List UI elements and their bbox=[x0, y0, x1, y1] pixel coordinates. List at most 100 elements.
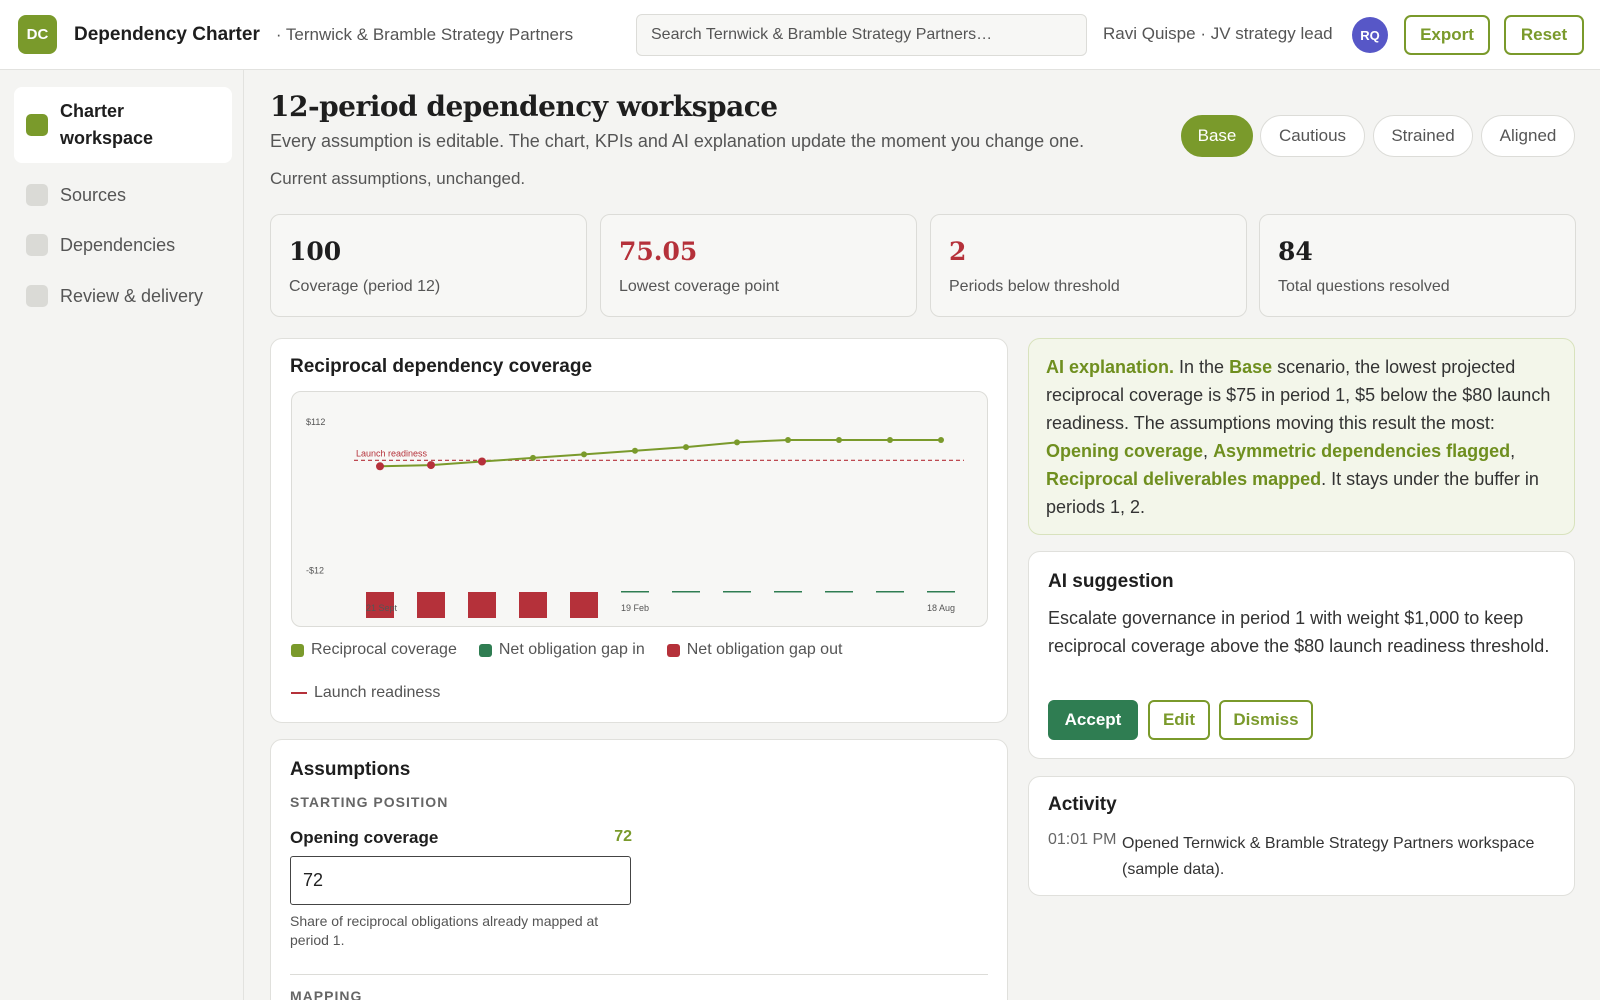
bar-gap-in bbox=[825, 591, 853, 593]
sidebar-item-review-delivery[interactable]: Review & delivery bbox=[14, 276, 232, 316]
kpi-card-questions-resolved: 84 Total questions resolved bbox=[1259, 214, 1576, 317]
coverage-point bbox=[836, 436, 842, 443]
coverage-point bbox=[632, 447, 638, 454]
chart-card: Reciprocal dependency coverage $112 -$12 L… bbox=[270, 338, 1008, 723]
ai-explanation-card: AI explanation. In the Base scenario, th… bbox=[1028, 338, 1575, 535]
sidebar-item-label: Review & delivery bbox=[60, 285, 204, 306]
coverage-point bbox=[376, 462, 384, 471]
assumptions-title: Assumptions bbox=[290, 759, 411, 780]
coverage-point bbox=[683, 444, 689, 451]
opening-coverage-label: Opening coverage bbox=[290, 828, 439, 847]
sidebar-item-sources[interactable]: Sources bbox=[14, 175, 232, 215]
ai-suggestion-card: AI suggestion Escalate governance in per… bbox=[1028, 551, 1575, 759]
bar-gap-in bbox=[774, 591, 802, 593]
dismiss-button[interactable]: Dismiss bbox=[1219, 700, 1313, 740]
nav-dot-icon bbox=[26, 184, 48, 206]
activity-title: Activity bbox=[1048, 794, 1117, 815]
threshold-label: Launch readiness bbox=[356, 448, 428, 458]
avatar[interactable]: RQ bbox=[1352, 17, 1388, 53]
activity-card: Activity 01:01 PM Opened Ternwick & Bram… bbox=[1028, 776, 1575, 896]
opening-coverage-value: 72 bbox=[614, 828, 632, 845]
legend-label: Reciprocal coverage bbox=[311, 641, 457, 658]
kpi-value: 2 bbox=[949, 237, 967, 266]
search-input[interactable] bbox=[636, 14, 1087, 56]
coverage-point bbox=[938, 436, 944, 443]
chart-area: $112 -$12 Launch readiness 21 Sept 19 Feb 18 … bbox=[291, 391, 988, 627]
activity-text: Opened Ternwick & Bramble Strategy Partn… bbox=[1122, 835, 1535, 878]
x-tick-label: 21 Sept bbox=[366, 603, 398, 613]
bar-gap-out bbox=[570, 592, 598, 618]
ai-text: , bbox=[1203, 441, 1214, 461]
org-name: · Ternwick & Bramble Strategy Partners bbox=[275, 24, 574, 44]
legend-item-threshold: Launch readiness bbox=[291, 684, 440, 702]
chart-title: Reciprocal dependency coverage bbox=[290, 356, 593, 377]
legend-label: Launch readiness bbox=[314, 684, 441, 701]
kpi-label: Coverage (period 12) bbox=[289, 278, 441, 295]
divider bbox=[290, 974, 988, 975]
nav-dot-icon bbox=[26, 234, 48, 256]
kpi-label: Periods below threshold bbox=[949, 278, 1120, 295]
coverage-point bbox=[530, 454, 536, 461]
legend-swatch bbox=[478, 643, 492, 657]
scenario-base-pill[interactable]: Base bbox=[1181, 115, 1253, 157]
ai-text: , bbox=[1510, 441, 1516, 461]
x-tick-label: 19 Feb bbox=[621, 603, 649, 613]
ai-driver: Asymmetric dependencies flagged bbox=[1213, 441, 1511, 461]
bar-gap-in bbox=[876, 591, 904, 593]
legend-label: Net obligation gap out bbox=[686, 641, 843, 658]
top-bar: DC Dependency Charter · Ternwick & Bramb… bbox=[0, 0, 1600, 70]
reset-button[interactable]: Reset bbox=[1504, 15, 1584, 55]
user-name: Ravi Quispe · JV strategy lead bbox=[1103, 24, 1333, 43]
app-logo: DC bbox=[18, 15, 57, 54]
sidebar-item-dependencies[interactable]: Dependencies bbox=[14, 225, 232, 265]
status-text: Current assumptions, unchanged. bbox=[270, 169, 526, 188]
y-tick-label: $112 bbox=[306, 417, 325, 427]
coverage-chart: $112 -$12 Launch readiness 21 Sept 19 Feb 18 … bbox=[306, 417, 964, 618]
ai-driver: Opening coverage bbox=[1046, 441, 1204, 461]
kpi-card-periods-below: 2 Periods below threshold bbox=[930, 214, 1247, 317]
coverage-point bbox=[734, 439, 740, 446]
page-subtitle: Every assumption is editable. The chart,… bbox=[270, 131, 1085, 151]
suggestion-text: Escalate governance in period 1 with wei… bbox=[1048, 608, 1550, 656]
suggestion-title: AI suggestion bbox=[1048, 571, 1174, 592]
sidebar-item-label: Charter workspace bbox=[60, 101, 154, 148]
coverage-point bbox=[427, 461, 435, 470]
scenario-strained-pill[interactable]: Strained bbox=[1373, 115, 1473, 157]
ai-scenario: Base bbox=[1229, 357, 1273, 377]
accept-button[interactable]: Accept bbox=[1048, 700, 1138, 740]
scenario-cautious-pill[interactable]: Cautious bbox=[1260, 115, 1365, 157]
coverage-point bbox=[887, 436, 893, 443]
bar-gap-out bbox=[468, 592, 496, 618]
legend-item-coverage: Reciprocal coverage bbox=[291, 641, 457, 659]
bar-gap-in bbox=[723, 591, 751, 593]
kpi-value: 75.05 bbox=[619, 237, 698, 266]
legend-swatch bbox=[666, 643, 680, 657]
legend-label: Net obligation gap in bbox=[498, 641, 645, 658]
opening-coverage-input[interactable] bbox=[290, 856, 631, 905]
sidebar-item-charter-workspace[interactable]: Charter workspace bbox=[14, 87, 232, 163]
section-label-mapping: MAPPING bbox=[290, 988, 363, 1000]
bar-gap-in bbox=[927, 591, 955, 593]
section-label-starting: STARTING POSITION bbox=[290, 794, 449, 810]
sidebar: Charter workspace Sources Dependencies R… bbox=[0, 70, 244, 1000]
bar-gap-in bbox=[672, 591, 700, 593]
page-title: 12-period dependency workspace bbox=[270, 90, 778, 123]
kpi-label: Lowest coverage point bbox=[619, 278, 780, 295]
bar-gap-out bbox=[519, 592, 547, 618]
coverage-point bbox=[785, 436, 791, 443]
y-tick-label: -$12 bbox=[306, 565, 324, 575]
bar-gap-in bbox=[621, 591, 649, 593]
kpi-value: 84 bbox=[1278, 237, 1313, 266]
legend-swatch bbox=[291, 643, 304, 657]
edit-button[interactable]: Edit bbox=[1148, 700, 1210, 740]
sidebar-item-label: Dependencies bbox=[60, 234, 176, 255]
x-tick-label: 18 Aug bbox=[927, 603, 955, 613]
scenario-aligned-pill[interactable]: Aligned bbox=[1481, 115, 1575, 157]
activity-time: 01:01 PM bbox=[1048, 831, 1117, 848]
assumptions-card: Assumptions STARTING POSITION Opening co… bbox=[270, 739, 1008, 1000]
export-button[interactable]: Export bbox=[1404, 15, 1490, 55]
nav-dot-icon bbox=[26, 285, 48, 307]
ai-driver: Reciprocal deliverables mapped bbox=[1046, 469, 1322, 489]
bar-gap-out bbox=[417, 592, 445, 618]
coverage-point bbox=[581, 451, 587, 458]
